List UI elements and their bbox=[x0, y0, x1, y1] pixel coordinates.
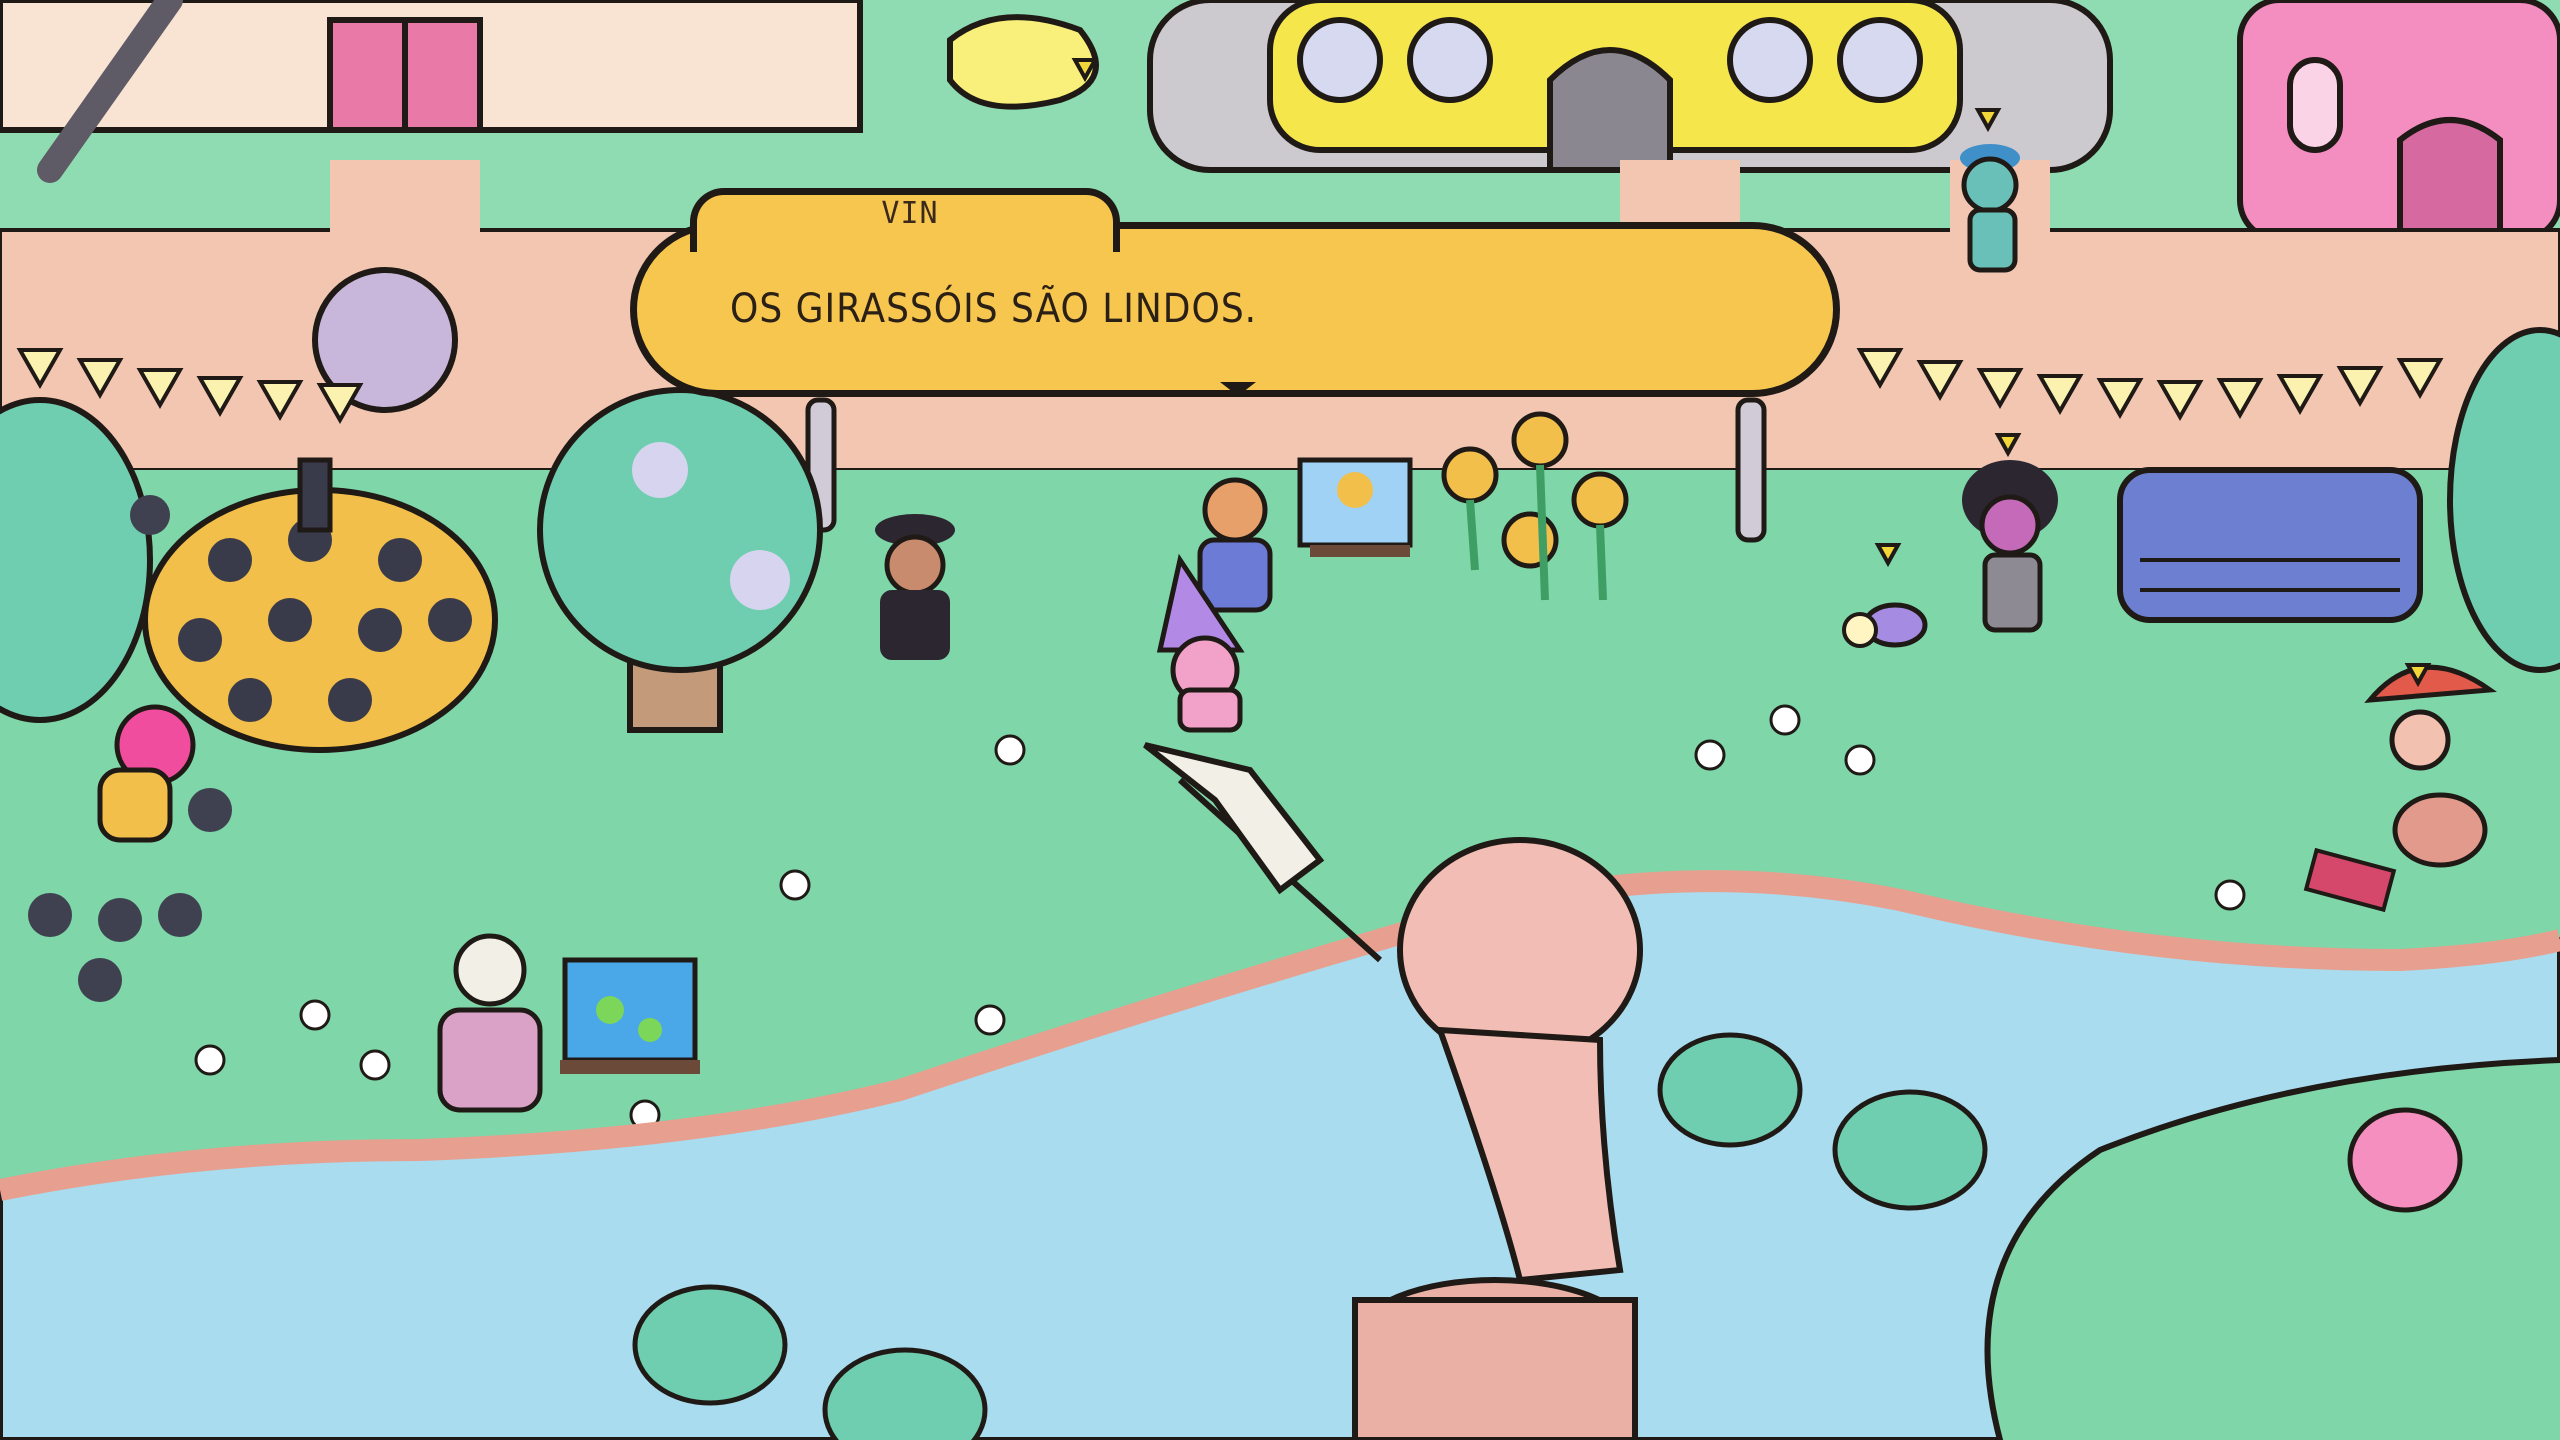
park-bench bbox=[2117, 467, 2423, 623]
speaker-name: VIN bbox=[881, 196, 939, 231]
down-triangle-icon[interactable] bbox=[1220, 382, 1256, 396]
pink-house bbox=[2237, 0, 2560, 243]
game-scene bbox=[0, 0, 2560, 1440]
sunflower-easel bbox=[1297, 457, 1413, 557]
npc-bearded-painter[interactable] bbox=[437, 933, 543, 1113]
pink-creature[interactable] bbox=[2347, 1107, 2463, 1213]
water-lilies-easel bbox=[560, 957, 700, 1074]
dialog-text: OS GIRASSÓIS SÃO LINDOS. bbox=[730, 286, 1258, 332]
npc-vin-painter[interactable] bbox=[1197, 477, 1273, 613]
